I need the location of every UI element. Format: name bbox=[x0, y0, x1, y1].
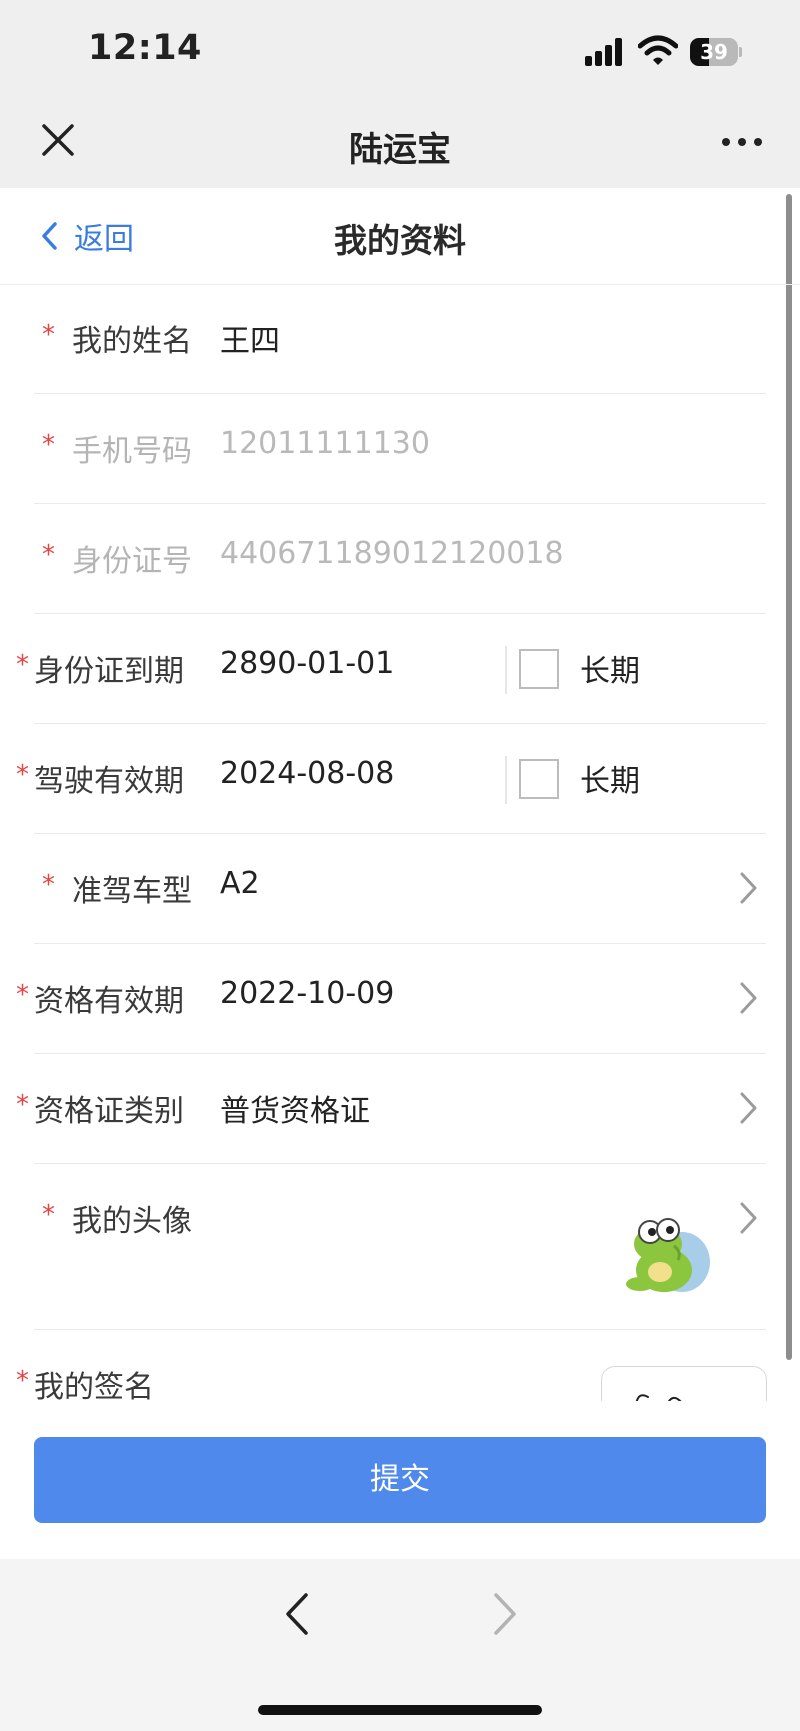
required-mark: * bbox=[16, 1366, 29, 1396]
qualification-expiry-row[interactable]: * 资格有效期 2022-10-09 bbox=[0, 944, 800, 1054]
battery-level: 39 bbox=[700, 40, 728, 64]
phone-field: 12011111130 bbox=[220, 426, 430, 461]
signature-row[interactable]: * 我的签名 bbox=[0, 1330, 800, 1401]
id-expiry-row: * 身份证到期 2890-01-01 长期 bbox=[0, 614, 800, 724]
chevron-right-icon bbox=[740, 1092, 757, 1124]
required-mark: * bbox=[42, 430, 55, 460]
qualification-type-row[interactable]: * 资格证类别 普货资格证 bbox=[0, 1054, 800, 1164]
license-expiry-field[interactable]: 2024-08-08 bbox=[220, 756, 394, 791]
id-number-label: 身份证号 bbox=[72, 544, 192, 579]
browser-back-icon[interactable] bbox=[280, 1589, 316, 1639]
signature-label: 我的签名 bbox=[34, 1370, 154, 1401]
id-number-row: * 身份证号 440671189012120018 bbox=[0, 504, 800, 614]
submit-area: 提交 bbox=[0, 1401, 800, 1559]
phone-label: 手机号码 bbox=[72, 434, 192, 469]
avatar-label: 我的头像 bbox=[72, 1204, 192, 1239]
id-long-term-checkbox[interactable] bbox=[519, 649, 559, 689]
qualification-type-label: 资格证类别 bbox=[34, 1094, 184, 1129]
app-title: 陆运宝 bbox=[349, 130, 451, 170]
name-row[interactable]: * 我的姓名 王四 bbox=[0, 284, 800, 394]
required-mark: * bbox=[42, 1200, 55, 1230]
required-mark: * bbox=[42, 320, 55, 350]
nav-header: 返回 我的资料 bbox=[0, 188, 800, 285]
qualification-expiry-label: 资格有效期 bbox=[34, 984, 184, 1019]
avatar-row[interactable]: * 我的头像 bbox=[0, 1164, 800, 1330]
license-long-term-label[interactable]: 长期 bbox=[580, 756, 640, 800]
vehicle-class-value: A2 bbox=[220, 866, 260, 901]
profile-form: * 我的姓名 王四 * 手机号码 12011111130 * 身份证号 4406… bbox=[0, 284, 800, 1401]
status-time: 12:14 bbox=[88, 28, 202, 68]
signature-stroke bbox=[635, 1394, 682, 1401]
avatar[interactable] bbox=[620, 1202, 720, 1302]
phone-row: * 手机号码 12011111130 bbox=[0, 394, 800, 504]
browser-toolbar bbox=[0, 1559, 800, 1731]
browser-forward-icon[interactable] bbox=[486, 1589, 522, 1639]
page-title: 我的资料 bbox=[334, 221, 466, 260]
chevron-right-icon bbox=[740, 872, 757, 904]
wifi-icon bbox=[638, 35, 678, 65]
status-bar: 12:14 39 bbox=[0, 0, 800, 100]
required-mark: * bbox=[42, 540, 55, 570]
id-long-term-label[interactable]: 长期 bbox=[580, 646, 640, 690]
id-expiry-field[interactable]: 2890-01-01 bbox=[220, 646, 394, 681]
license-expiry-row: * 驾驶有效期 2024-08-08 长期 bbox=[0, 724, 800, 834]
qualification-expiry-value: 2022-10-09 bbox=[220, 976, 395, 1011]
name-label: 我的姓名 bbox=[72, 324, 192, 359]
signature-preview[interactable] bbox=[601, 1366, 767, 1401]
home-indicator bbox=[258, 1705, 542, 1715]
profile-page: 返回 我的资料 * 我的姓名 王四 * 手机号码 12011111130 * 身… bbox=[0, 188, 800, 1401]
required-mark: * bbox=[42, 870, 55, 900]
chevron-right-icon bbox=[740, 982, 757, 1014]
required-mark: * bbox=[16, 650, 29, 680]
app-bar: 陆运宝 bbox=[0, 100, 800, 188]
more-icon[interactable] bbox=[720, 124, 764, 160]
required-mark: * bbox=[16, 1090, 29, 1120]
battery-icon: 39 bbox=[690, 38, 742, 66]
vehicle-class-row[interactable]: * 准驾车型 A2 bbox=[0, 834, 800, 944]
qualification-type-value: 普货资格证 bbox=[220, 1094, 370, 1129]
license-expiry-label: 驾驶有效期 bbox=[34, 764, 184, 799]
required-mark: * bbox=[16, 760, 29, 790]
name-field[interactable]: 王四 bbox=[220, 316, 280, 360]
submit-button[interactable]: 提交 bbox=[34, 1437, 766, 1523]
vehicle-class-label: 准驾车型 bbox=[72, 874, 192, 909]
required-mark: * bbox=[16, 980, 29, 1010]
id-expiry-label: 身份证到期 bbox=[34, 654, 184, 689]
id-number-field: 440671189012120018 bbox=[220, 536, 564, 571]
license-long-term-checkbox[interactable] bbox=[519, 759, 559, 799]
chevron-right-icon bbox=[740, 1202, 757, 1234]
cellular-signal-icon bbox=[585, 38, 625, 66]
